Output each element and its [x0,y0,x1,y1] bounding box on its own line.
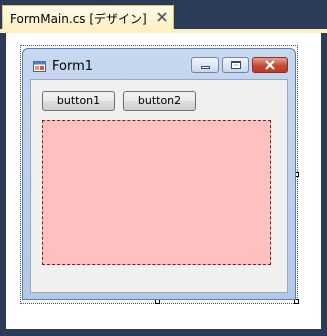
form-client-area[interactable]: button1 button2 [30,79,288,293]
close-icon [265,60,275,70]
form-window[interactable]: Form1 button1 button2 [22,48,296,300]
maximize-button[interactable] [222,57,249,73]
document-tab-label: FormMain.cs [デザイン] [10,12,147,26]
close-button[interactable] [252,57,288,73]
form-title: Form1 [52,59,94,74]
document-tab[interactable]: FormMain.cs [デザイン] [2,5,174,30]
close-icon[interactable] [156,11,168,23]
form-icon [33,61,46,72]
maximize-icon [231,61,241,69]
panel[interactable] [42,120,271,265]
button2[interactable]: button2 [123,91,196,111]
minimize-icon [201,66,210,69]
minimize-button[interactable] [191,57,219,73]
button1[interactable]: button1 [42,91,115,111]
